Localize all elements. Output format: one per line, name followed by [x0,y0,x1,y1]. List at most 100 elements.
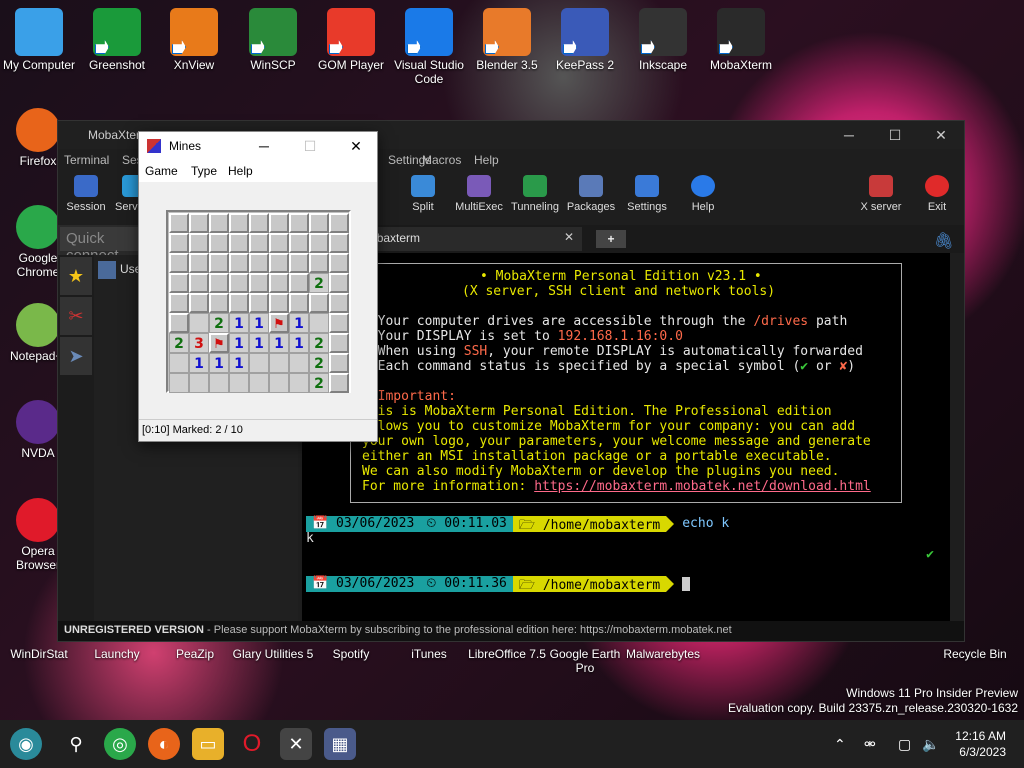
mine-cell[interactable]: 1 [289,333,309,353]
desktop-icon[interactable]: Visual Studio Code [387,8,471,86]
mine-cell[interactable] [169,233,189,253]
mine-cell[interactable]: 2 [309,353,329,373]
mines-board[interactable]: 2 2 1 1 ⚑ 1 2 3 ⚑ 1 1 1 1 2 1 1 1 2 2 [166,210,351,393]
mine-cell[interactable]: 1 [229,333,249,353]
mine-cell[interactable] [169,353,189,373]
mine-cell[interactable] [309,293,329,313]
mine-cell[interactable] [309,313,329,333]
mine-cell[interactable]: 1 [269,333,289,353]
mine-cell[interactable]: 1 [289,313,309,333]
desktop-icon-label[interactable]: Google Earth Pro [543,647,627,675]
mine-cell[interactable] [229,253,249,273]
mine-cell[interactable] [249,273,269,293]
mine-cell[interactable] [329,253,349,273]
mine-cell[interactable]: 1 [209,353,229,373]
settings-button[interactable]: Settings [617,175,677,213]
menu-macros[interactable]: Macros [422,153,461,167]
mine-cell[interactable] [249,293,269,313]
paperclip-icon[interactable]: 🖇 [934,231,954,251]
mine-cell[interactable] [269,233,289,253]
terminal-scrollbar[interactable] [950,253,964,621]
exit-button[interactable]: Exit [907,175,967,213]
mine-cell[interactable] [229,233,249,253]
mobaxterm-taskbar-icon[interactable]: ✕ [280,728,312,760]
search-icon[interactable]: ⚲ [60,728,92,760]
mine-cell[interactable] [169,273,189,293]
mine-cell[interactable] [209,373,229,393]
mine-cell[interactable] [169,213,189,233]
mine-cell[interactable] [289,373,309,393]
mine-cell[interactable] [269,273,289,293]
mine-cell[interactable] [249,253,269,273]
minimize-button[interactable]: ─ [826,121,872,149]
taskbar-clock[interactable]: 12:16 AM 6/3/2023 [955,728,1006,760]
desktop-icon-label[interactable]: iTunes [387,647,471,661]
desktop-icon-label[interactable]: PeaZip [153,647,237,661]
opera-taskbar-icon[interactable]: O [236,728,268,760]
mine-cell[interactable] [289,353,309,373]
mine-cell[interactable] [309,253,329,273]
mine-cell[interactable] [249,353,269,373]
mine-cell[interactable] [329,373,349,393]
mine-cell[interactable] [289,293,309,313]
mine-cell[interactable]: 2 [309,333,329,353]
mine-cell[interactable] [189,273,209,293]
mines-taskbar-icon[interactable]: ▦ [324,728,356,760]
help-button[interactable]: Help [673,175,733,213]
mine-cell[interactable]: 2 [169,333,189,353]
volume-icon[interactable]: 🔈 [922,720,939,768]
mine-cell[interactable] [329,313,349,333]
packages-button[interactable]: Packages [561,175,621,213]
mine-cell[interactable]: 1 [249,333,269,353]
desktop-icon[interactable]: My Computer [0,8,81,72]
mine-cell[interactable] [289,253,309,273]
terminal-area[interactable]: • MobaXterm Personal Edition v23.1 • (X … [302,253,964,621]
desktop-icon-label[interactable]: Recycle Bin [933,647,1017,661]
mine-cell[interactable] [209,293,229,313]
mine-cell[interactable]: 1 [249,313,269,333]
tab-close-icon[interactable]: ✕ [564,230,574,244]
desktop-icon[interactable]: Inkscape [621,8,705,72]
tunneling-button[interactable]: Tunneling [505,175,565,213]
mine-cell[interactable] [189,313,209,333]
desktop-icon[interactable]: Blender 3.5 [465,8,549,72]
desktop-icon[interactable]: XnView [152,8,236,72]
start-button[interactable]: ◉ [10,728,42,760]
mine-cell[interactable] [189,213,209,233]
display-icon[interactable]: ▢ [898,720,911,768]
network-icon[interactable]: ⚮ [864,720,876,768]
desktop-icon[interactable]: MobaXterm [699,8,783,72]
mine-cell[interactable] [329,293,349,313]
mine-cell[interactable] [229,373,249,393]
mine-cell[interactable]: 2 [209,313,229,333]
menu-terminal[interactable]: Terminal [64,153,109,167]
mine-cell[interactable]: 2 [309,373,329,393]
mines-titlebar[interactable]: Mines ─ ☐ ✕ [139,132,377,160]
mines-close-button[interactable]: ✕ [333,132,379,160]
mine-cell[interactable] [249,213,269,233]
desktop-icon[interactable]: KeePass 2 [543,8,627,72]
menu-game[interactable]: Game [145,164,178,178]
maximize-button[interactable]: ☐ [872,121,918,149]
mine-cell[interactable] [189,293,209,313]
chevron-up-icon[interactable]: ⌃ [834,720,846,768]
mine-cell[interactable] [169,293,189,313]
add-tab-button[interactable]: + [596,230,626,248]
mine-cell[interactable] [269,293,289,313]
desktop-icon-label[interactable]: Spotify [309,647,393,661]
quick-connect-input[interactable]: Quick connect... [60,227,150,264]
mine-cell[interactable] [329,233,349,253]
desktop-icon-label[interactable]: Malwarebytes [621,647,705,661]
desktop-icon[interactable]: Greenshot [75,8,159,72]
star-icon[interactable]: ★ [60,257,92,295]
firefox-taskbar-icon[interactable]: ◐ [148,728,180,760]
mine-cell[interactable] [289,213,309,233]
mines-window[interactable]: Mines ─ ☐ ✕ Game Type Help 2 2 1 1 ⚑ 1 2 3 ⚑ 1 1 1 1… [138,131,378,442]
desktop-icon[interactable]: GOM Player [309,8,393,72]
mine-cell[interactable] [209,253,229,273]
mine-cell[interactable] [169,253,189,273]
xserver-button[interactable]: X server [851,175,911,213]
mine-cell[interactable]: 2 [309,273,329,293]
desktop-icon-label[interactable]: LibreOffice 7.5 [465,647,549,661]
desktop-icon-label[interactable]: WinDirStat [0,647,81,661]
